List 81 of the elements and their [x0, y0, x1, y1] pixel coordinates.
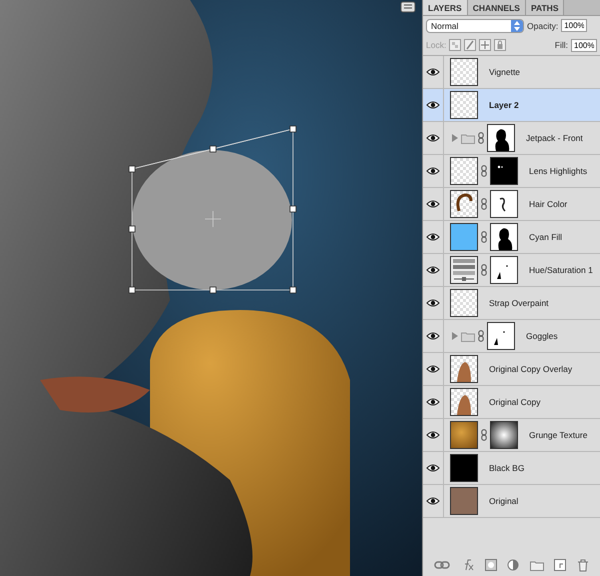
layer-mask-thumbnail [490, 421, 518, 449]
eye-icon[interactable] [426, 365, 440, 373]
eye-icon[interactable] [426, 101, 440, 109]
eye-icon[interactable] [426, 398, 440, 406]
eye-icon[interactable] [426, 332, 440, 340]
dropdown-arrows-icon [511, 20, 523, 32]
layer-name: Goggles [526, 331, 558, 341]
chain-link-icon[interactable] [481, 198, 487, 210]
layer-name: Lens Highlights [529, 166, 588, 176]
eye-icon[interactable] [426, 431, 440, 439]
folder-icon [461, 330, 475, 342]
chain-link-icon[interactable] [478, 330, 484, 342]
layer-row[interactable]: Cyan Fill [423, 221, 600, 254]
layer-row[interactable]: Jetpack - Front [423, 122, 600, 155]
expand-triangle-icon[interactable] [452, 134, 458, 142]
panel-tab[interactable]: CHANNELS [468, 0, 526, 15]
layer-mask-thumbnail [490, 256, 518, 284]
layer-mask-thumbnail [487, 124, 515, 152]
chain-link-icon[interactable] [481, 165, 487, 177]
mask-icon[interactable] [485, 559, 498, 571]
layer-group-icon[interactable] [450, 330, 475, 342]
layer-group-icon[interactable] [450, 132, 475, 144]
chain-link-icon[interactable] [478, 132, 484, 144]
eye-icon[interactable] [426, 68, 440, 76]
layer-row[interactable]: Original Copy [423, 386, 600, 419]
chain-link-icon[interactable] [481, 264, 487, 276]
layer-name: Hair Color [529, 199, 568, 209]
lock-label: Lock: [426, 40, 446, 50]
adjustment-icon[interactable] [507, 559, 520, 571]
opacity-label: Opacity: [527, 20, 558, 30]
layer-mask-thumbnail [490, 190, 518, 218]
eye-icon[interactable] [426, 134, 440, 142]
layer-name: Original Copy [489, 397, 540, 407]
panel-tab[interactable]: LAYERS [423, 0, 468, 15]
layer-name: Vignette [489, 67, 520, 77]
fill-label: Fill: [554, 40, 568, 50]
layer-row[interactable]: Strap Overpaint [423, 287, 600, 320]
layer-mask-thumbnail [490, 223, 518, 251]
eye-icon[interactable] [426, 233, 440, 241]
layer-row[interactable]: Original Copy Overlay [423, 353, 600, 386]
layer-name: Black BG [489, 463, 524, 473]
blend-mode-dropdown[interactable]: Normal [426, 18, 524, 32]
layer-name: Hue/Saturation 1 [529, 265, 593, 275]
eye-icon[interactable] [426, 464, 440, 472]
layer-mask-thumbnail [490, 157, 518, 185]
chain-link-icon[interactable] [481, 231, 487, 243]
trash-icon[interactable] [576, 558, 589, 572]
chain-link-icon[interactable] [481, 429, 487, 441]
transform-box[interactable] [128, 125, 298, 295]
layer-name: Layer 2 [489, 100, 519, 110]
layer-name: Original [489, 496, 518, 506]
folder-icon[interactable] [530, 560, 544, 570]
eye-icon[interactable] [426, 299, 440, 307]
layer-row[interactable]: Lens Highlights [423, 155, 600, 188]
layer-row[interactable]: Hue/Saturation 1 [423, 254, 600, 287]
layer-name: Strap Overpaint [489, 298, 549, 308]
layer-name: Cyan Fill [529, 232, 562, 242]
panel-icon[interactable] [400, 1, 416, 13]
panel-tab[interactable]: PATHS [526, 0, 564, 15]
eye-icon[interactable] [426, 497, 440, 505]
layer-row[interactable]: Goggles [423, 320, 600, 353]
layer-mask-thumbnail [487, 322, 515, 350]
brush-icon[interactable] [464, 39, 476, 51]
layer-row[interactable]: Hair Color [423, 188, 600, 221]
eye-icon[interactable] [426, 266, 440, 274]
layer-name: Original Copy Overlay [489, 364, 572, 374]
layer-row[interactable]: Grunge Texture [423, 419, 600, 452]
eye-icon[interactable] [426, 167, 440, 175]
layer-name: Grunge Texture [529, 430, 588, 440]
opacity-field[interactable]: 100% [561, 19, 588, 32]
folder-icon [461, 132, 475, 144]
expand-triangle-icon[interactable] [452, 332, 458, 340]
layer-row[interactable]: Original [423, 485, 600, 518]
eye-icon[interactable] [426, 200, 440, 208]
layer-row[interactable]: Black BG [423, 452, 600, 485]
link-icon[interactable] [434, 560, 450, 570]
layer-row[interactable]: Layer 2 [423, 89, 600, 122]
fill-field[interactable]: 100% [571, 38, 597, 52]
move-icon[interactable] [479, 39, 492, 51]
new-layer-icon[interactable] [554, 559, 566, 571]
layer-name: Jetpack - Front [526, 133, 583, 143]
